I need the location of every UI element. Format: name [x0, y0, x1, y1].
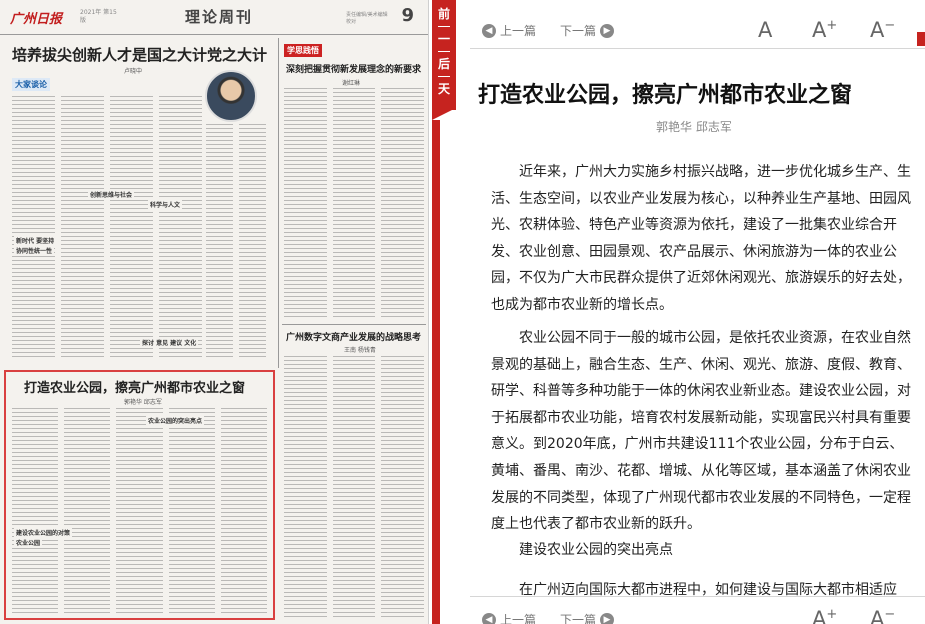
font-smaller-label: A — [870, 607, 885, 624]
right-arrow-circle-icon: ▶ — [600, 612, 615, 624]
article-divider — [282, 324, 426, 325]
next-article-button[interactable]: 下一篇 ▶ — [560, 22, 615, 39]
column-badge: 大家谈论 — [12, 78, 50, 91]
font-smaller-label: A — [870, 18, 885, 42]
minus-icon: − — [884, 18, 896, 33]
author-portrait — [205, 70, 257, 122]
tab-separator — [438, 51, 450, 52]
prev-day-char[interactable]: 前 — [432, 5, 456, 22]
panel-edge-marker — [917, 32, 925, 46]
prev-article-label: 上一篇 — [500, 613, 537, 624]
left-arrow-circle-icon: ◀ — [482, 23, 496, 38]
plus-icon: + — [826, 18, 838, 33]
article-title: 打造农业公园，擦亮广州都市农业之窗 — [478, 83, 853, 108]
side-badge: 学思践悟 — [284, 44, 322, 57]
next-article-label: 下一篇 — [560, 24, 597, 38]
minus-icon: − — [884, 607, 896, 622]
highlight-subhead: 农业公园 — [14, 538, 43, 547]
highlight-byline: 郭艳华 邱志军 — [124, 399, 162, 406]
highlight-subhead: 建设农业公园的对策 — [14, 528, 73, 537]
side-article-text[interactable] — [284, 88, 425, 320]
font-smaller-button[interactable]: A− — [870, 18, 895, 42]
side-article-text-2[interactable] — [284, 356, 425, 618]
article-reader[interactable]: ◀ 上一篇 下一篇 ▶ A A+ A− 打造农业公园，擦亮广州都市农业之窗 郭艳… — [470, 0, 925, 624]
lead-headline[interactable]: 培养拔尖创新人才是国之大计党之大计 — [12, 44, 267, 65]
side-byline: 谢红琳 — [342, 80, 361, 87]
masthead-right-meta: 责任编辑/美术编辑 校对 — [346, 12, 388, 25]
article-subheading: 建设农业公园的突出亮点 — [519, 542, 673, 558]
article-paragraph: 农业公园不同于一般的城市公园，是依托农业资源，在农业自然景观的基础上，融合生态、… — [491, 330, 911, 533]
lead-subhead: 新时代 要坚持 — [14, 236, 57, 245]
selected-article-highlight[interactable]: 打造农业公园，擦亮广州都市农业之窗 郭艳华 邱志军 农业公园的突出亮点 建设农业… — [4, 370, 275, 620]
font-larger-button-bottom[interactable]: A+ — [812, 607, 837, 624]
highlight-subhead: 农业公园的突出亮点 — [146, 416, 205, 425]
reader-toolbar-top: ◀ 上一篇 下一篇 ▶ A A+ A− — [470, 10, 925, 50]
section-title: 理论周刊 — [185, 8, 254, 26]
article-paragraph: 近年来，广州大力实施乡村振兴战略，进一步优化城乡生产、生活、生态空间，以农业产业… — [491, 164, 911, 313]
masthead: 广州日报 2021年 第15版 理论周刊 责任编辑/美术编辑 校对 9 — [0, 0, 428, 35]
lead-subhead: 协同性统一性 — [14, 246, 55, 255]
next-day-char[interactable]: 天 — [432, 80, 456, 97]
lead-byline: 卢晓中 — [124, 68, 143, 75]
font-default-button[interactable]: A — [758, 18, 772, 42]
prev-article-label: 上一篇 — [500, 24, 537, 38]
newspaper-page[interactable]: 广州日报 2021年 第15版 理论周刊 责任编辑/美术编辑 校对 9 培养拔尖… — [0, 0, 429, 624]
article-paragraph: 在广州迈向国际大都市进程中，如何建设与国际大都市相适应 — [519, 582, 897, 598]
side-headline-2[interactable]: 广州数字文商产业发展的战略思考 — [286, 330, 421, 343]
tab-strip — [432, 120, 458, 624]
highlight-headline[interactable]: 打造农业公园，擦亮广州都市农业之窗 — [24, 377, 245, 396]
highlight-article-text[interactable] — [12, 408, 268, 614]
day-navigation-tab: 前 一 天 后 天 — [432, 0, 456, 110]
tab-separator — [438, 76, 450, 77]
lead-subhead: 创新思维与社会 — [88, 190, 135, 199]
tab-tail — [432, 108, 456, 120]
side-byline-2: 王南 杨钱青 — [344, 347, 376, 354]
reader-toolbar-bottom: ◀ 上一篇 下一篇 ▶ A+ A− — [470, 605, 925, 624]
font-larger-label: A — [812, 607, 827, 624]
lead-subhead: 探讨 意见 建议 文化 — [140, 338, 199, 347]
side-headline[interactable]: 深刻把握贯彻新发展理念的新要求 — [286, 62, 421, 75]
column-rule — [278, 38, 279, 368]
lead-subhead: 科学与人文 — [148, 200, 183, 209]
bottom-toolbar-divider — [470, 596, 925, 597]
prev-article-button-bottom[interactable]: ◀ 上一篇 — [482, 611, 536, 624]
next-day-char[interactable]: 后 — [432, 55, 456, 72]
prev-article-button[interactable]: ◀ 上一篇 — [482, 22, 536, 39]
right-arrow-circle-icon: ▶ — [600, 23, 615, 38]
font-larger-label: A — [812, 18, 827, 42]
lead-article-text[interactable] — [12, 96, 202, 358]
toolbar-divider — [470, 48, 925, 49]
prev-day-char[interactable]: 一 — [432, 30, 456, 47]
lead-article-text-right[interactable] — [206, 124, 266, 358]
next-article-button-bottom[interactable]: 下一篇 ▶ — [560, 611, 615, 624]
font-larger-button[interactable]: A+ — [812, 18, 837, 42]
tab-separator — [438, 26, 450, 27]
next-article-label: 下一篇 — [560, 613, 597, 624]
plus-icon: + — [826, 607, 838, 622]
masthead-meta: 2021年 第15版 — [80, 9, 117, 24]
left-arrow-circle-icon: ◀ — [482, 612, 496, 624]
newspaper-logo: 广州日报 — [10, 12, 63, 27]
article-author: 郭艳华 邱志军 — [656, 120, 732, 134]
page-number: 9 — [401, 5, 414, 26]
font-smaller-button-bottom[interactable]: A− — [870, 607, 895, 624]
